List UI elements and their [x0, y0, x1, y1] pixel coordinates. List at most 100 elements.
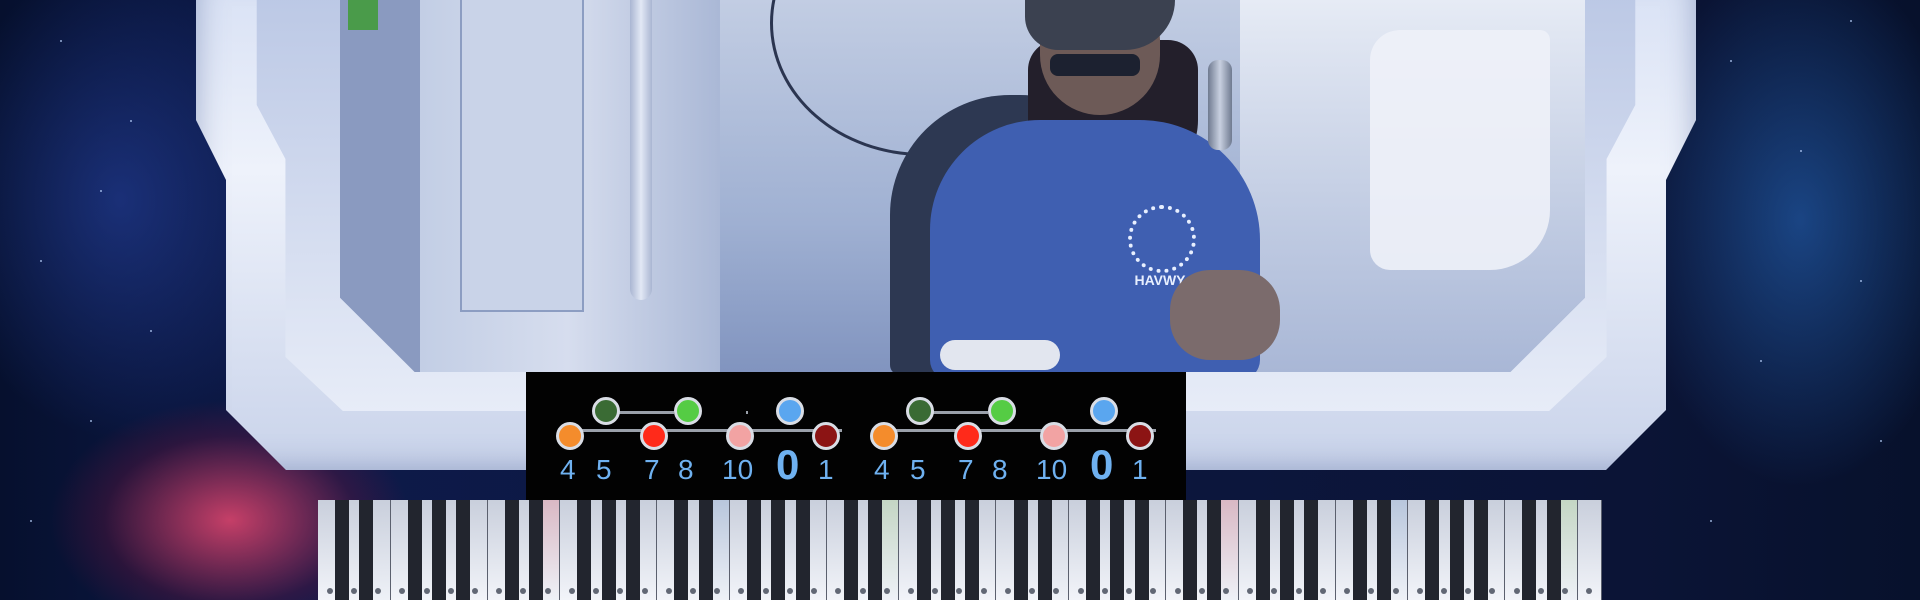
sunglasses [1050, 54, 1140, 76]
star [1850, 20, 1852, 22]
black-key[interactable] [577, 500, 592, 600]
star [1710, 520, 1712, 522]
key-marker [1392, 588, 1399, 594]
black-key[interactable] [1473, 500, 1488, 600]
black-key[interactable] [504, 500, 519, 600]
connector-line [572, 429, 842, 432]
key-marker [1586, 588, 1593, 594]
key-marker [375, 588, 382, 594]
key-marker [423, 588, 430, 594]
black-key[interactable] [335, 500, 350, 600]
key-marker [1222, 588, 1229, 594]
chord-diagram-panel: 4 5 7 8 10 0 1 4 5 7 8 10 0 1 [526, 372, 1186, 500]
key-marker [786, 588, 793, 594]
key-marker [1441, 588, 1448, 594]
key-marker [835, 588, 842, 594]
black-key[interactable] [1304, 500, 1319, 600]
degree-label-root: 0 [776, 441, 800, 488]
black-key[interactable] [1255, 500, 1270, 600]
black-key[interactable] [868, 500, 883, 600]
note-dot-5 [592, 397, 620, 425]
black-key[interactable] [1522, 500, 1537, 600]
key-marker [593, 588, 600, 594]
key-marker [738, 588, 745, 594]
key-marker [496, 588, 503, 594]
note-dot-10 [1040, 422, 1068, 450]
note-dot-8 [988, 397, 1016, 425]
black-key[interactable] [1280, 500, 1295, 600]
black-key[interactable] [1086, 500, 1101, 600]
key-marker [617, 588, 624, 594]
key-marker [1174, 588, 1181, 594]
black-key[interactable] [359, 500, 374, 600]
key-marker [811, 588, 818, 594]
black-key[interactable] [1207, 500, 1222, 600]
degree-label: 5 [910, 454, 926, 485]
black-key[interactable] [1376, 500, 1391, 600]
black-key[interactable] [965, 500, 980, 600]
black-key[interactable] [625, 500, 640, 600]
degree-label: 7 [644, 454, 660, 485]
key-marker [1537, 588, 1544, 594]
key-marker [1271, 588, 1278, 594]
black-key[interactable] [843, 500, 858, 600]
black-key[interactable] [1134, 500, 1149, 600]
black-key[interactable] [407, 500, 422, 600]
note-dot-8 [674, 397, 702, 425]
key-marker [908, 588, 915, 594]
key-marker [1053, 588, 1060, 594]
key-marker [714, 588, 721, 594]
black-key[interactable] [747, 500, 762, 600]
key-marker [1416, 588, 1423, 594]
white-key[interactable] [1577, 500, 1602, 600]
black-key[interactable] [1013, 500, 1028, 600]
meter-display [348, 0, 378, 30]
key-marker [1465, 588, 1472, 594]
degree-label: 8 [678, 454, 694, 485]
note-dot-4 [556, 422, 584, 450]
black-key[interactable] [1449, 500, 1464, 600]
key-marker [1150, 588, 1157, 594]
video-scene: HAVWY 4 5 7 8 10 0 1 4 5 7 8 10 0 1 [0, 0, 1920, 600]
black-key[interactable] [601, 500, 616, 600]
black-key[interactable] [1425, 500, 1440, 600]
key-marker [956, 588, 963, 594]
key-marker [690, 588, 696, 594]
black-key[interactable] [698, 500, 713, 600]
black-key[interactable] [529, 500, 544, 600]
key-marker [1077, 588, 1084, 594]
black-key[interactable] [1110, 500, 1125, 600]
note-dot-1 [1126, 422, 1154, 450]
black-key[interactable] [771, 500, 786, 600]
microphone-icon [1208, 60, 1232, 150]
studio-window: HAVWY [340, 0, 1585, 372]
black-key[interactable] [456, 500, 471, 600]
person-arm [1170, 270, 1280, 360]
black-key[interactable] [1037, 500, 1052, 600]
black-key[interactable] [795, 500, 810, 600]
key-marker [350, 588, 357, 594]
note-dot-1 [812, 422, 840, 450]
star [1760, 360, 1762, 362]
degree-label: 1 [1132, 454, 1148, 485]
connector-line [746, 411, 748, 414]
black-key[interactable] [1352, 500, 1367, 600]
black-key[interactable] [940, 500, 955, 600]
black-key[interactable] [432, 500, 447, 600]
key-marker [1198, 588, 1205, 594]
star [130, 120, 132, 122]
black-key[interactable] [674, 500, 689, 600]
black-key[interactable] [916, 500, 931, 600]
degree-label: 1 [818, 454, 834, 485]
note-dot-7 [640, 422, 668, 450]
key-marker [1126, 588, 1133, 594]
note-dot-5 [906, 397, 934, 425]
note-dot-7 [954, 422, 982, 450]
black-key[interactable] [1183, 500, 1198, 600]
star [100, 190, 102, 192]
key-marker [326, 588, 333, 594]
key-marker [665, 588, 672, 594]
black-key[interactable] [1546, 500, 1561, 600]
star [1730, 60, 1732, 62]
star [30, 520, 32, 522]
